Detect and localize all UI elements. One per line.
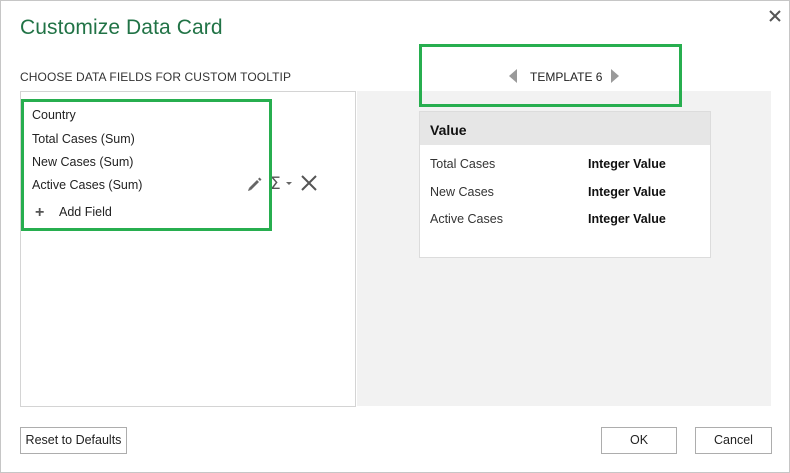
card-row-label: Total Cases [430,157,496,171]
plus-icon: + [35,204,45,221]
card-row-value: Integer Value [588,185,666,199]
pencil-icon[interactable] [245,173,263,193]
template-navigator: TEMPLATE 6 [501,67,631,87]
triangle-right-icon[interactable] [611,69,619,83]
svg-text:Σ: Σ [270,174,281,193]
delete-x-icon[interactable] [299,173,319,193]
field-active-cases[interactable]: Active Cases (Sum) [32,178,142,192]
triangle-left-icon[interactable] [509,69,517,83]
fields-section-label: CHOOSE DATA FIELDS FOR CUSTOM TOOLTIP [20,70,292,84]
field-new-cases[interactable]: New Cases (Sum) [32,155,133,169]
card-row-label: Active Cases [430,212,503,226]
dialog-title: Customize Data Card [20,16,223,39]
data-card-preview: Value Total Cases Integer Value New Case… [419,111,711,258]
card-header-title: Value [430,122,467,138]
close-icon[interactable] [766,7,784,25]
card-row-value: Integer Value [588,212,666,226]
reset-to-defaults-button[interactable]: Reset to Defaults [20,427,127,454]
card-header: Value [420,112,710,145]
card-row-value: Integer Value [588,157,666,171]
add-field-label: Add Field [59,205,112,219]
fields-list-panel: Country Total Cases (Sum) New Cases (Sum… [20,91,356,407]
field-country[interactable]: Country [32,108,76,122]
cancel-button[interactable]: Cancel [695,427,772,454]
ok-button[interactable]: OK [601,427,677,454]
template-label: TEMPLATE 6 [530,70,603,84]
field-total-cases[interactable]: Total Cases (Sum) [32,132,135,146]
customize-data-card-dialog: Customize Data Card CHOOSE DATA FIELDS F… [0,0,790,473]
card-row-label: New Cases [430,185,494,199]
add-field-button[interactable]: + Add Field [35,204,112,222]
sigma-dropdown-icon[interactable]: Σ [269,173,297,194]
